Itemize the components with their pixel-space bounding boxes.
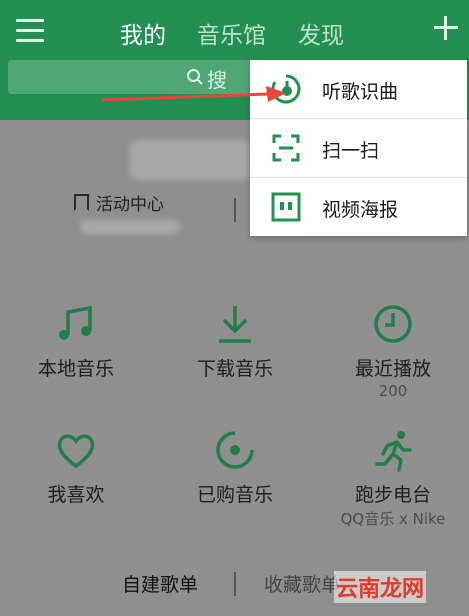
search-icon xyxy=(187,69,203,85)
tab-collected-playlists[interactable]: 收藏歌单 xyxy=(264,570,340,597)
annotation-arrow xyxy=(101,86,286,102)
disc-icon[interactable] xyxy=(213,428,257,472)
divider xyxy=(234,198,236,222)
download-icon[interactable] xyxy=(213,302,257,346)
divider xyxy=(234,572,236,596)
grid-label-running[interactable]: 跑步电台 xyxy=(328,480,458,507)
heart-icon[interactable] xyxy=(54,428,98,472)
popup-label-video-poster: 视频海报 xyxy=(322,199,399,221)
tab-music-hall[interactable]: 音乐馆 xyxy=(197,16,266,50)
tab-mine[interactable]: 我的 xyxy=(120,16,166,50)
tab-discover[interactable]: 发现 xyxy=(298,16,344,50)
popup-label-scan: 扫一扫 xyxy=(322,140,380,162)
grid-label-purchased[interactable]: 已购音乐 xyxy=(170,480,300,507)
flag-icon xyxy=(74,194,89,211)
popup-item-scan[interactable]: 扫一扫 xyxy=(250,119,467,177)
popup-item-video-poster[interactable]: 视频海报 xyxy=(250,178,467,236)
menu-icon[interactable] xyxy=(16,19,44,43)
grid-label-recent[interactable]: 最近播放 xyxy=(328,354,458,381)
running-sub: QQ音乐 x Nike xyxy=(340,510,446,528)
grid-label-download[interactable]: 下载音乐 xyxy=(170,354,300,381)
watermark: 云南龙网 xyxy=(334,571,427,603)
blurred-activity-info xyxy=(80,220,180,234)
recent-count: 200 xyxy=(378,382,408,400)
popup-label-song-recognition: 听歌识曲 xyxy=(322,81,399,103)
video-poster-icon xyxy=(270,191,302,223)
tab-created-playlists[interactable]: 自建歌单 xyxy=(122,570,198,597)
plus-icon[interactable] xyxy=(432,14,460,42)
scan-icon xyxy=(270,132,302,164)
grid-label-local[interactable]: 本地音乐 xyxy=(11,354,141,381)
blurred-profile xyxy=(130,140,250,180)
grid-label-like[interactable]: 我喜欢 xyxy=(11,480,141,507)
music-note-icon[interactable] xyxy=(54,302,98,346)
runner-icon[interactable] xyxy=(371,428,415,472)
clock-icon[interactable] xyxy=(371,302,415,346)
activity-center-label[interactable]: 活动中心 xyxy=(96,190,164,215)
